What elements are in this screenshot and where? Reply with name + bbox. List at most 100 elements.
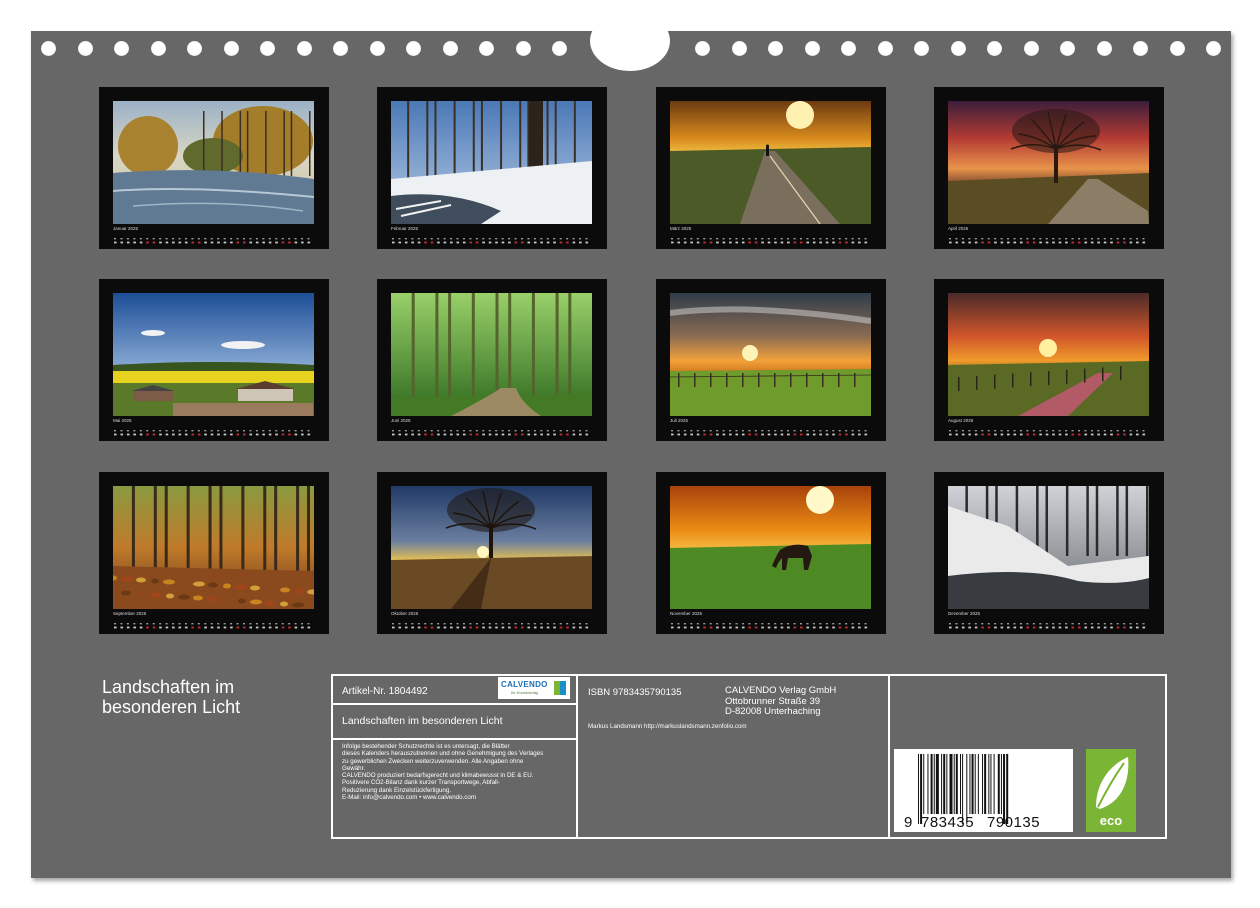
binding-hole <box>804 41 820 56</box>
binding-hole <box>987 41 1002 56</box>
title-line-1: Landschaften im <box>102 677 235 697</box>
binding-hole <box>296 41 312 56</box>
publisher-address: CALVENDO Verlag GmbH Ottobrunner Straße … <box>725 685 837 718</box>
month-label: Oktober 2025 <box>391 611 419 616</box>
month-card: Februar 2025 <box>377 87 607 249</box>
month-label: November 2025 <box>670 611 703 616</box>
barcode-digits-left: 783435 <box>921 814 975 831</box>
month-card: September 2025 <box>99 472 329 634</box>
month-label: April 2025 <box>948 226 969 231</box>
month-photo <box>948 486 1149 609</box>
legal-line: dieses Kalenders herauszutrennen und ohn… <box>342 750 544 758</box>
day-strip <box>391 233 592 244</box>
legal-text: Infolge bestehender Schutzrechte ist es … <box>342 743 574 801</box>
month-label: Januar 2025 <box>113 226 139 231</box>
month-card: Oktober 2025 <box>377 472 607 634</box>
eco-label: eco <box>1099 813 1123 828</box>
photo-image <box>113 486 314 609</box>
barcode-digit-lead: 9 <box>904 814 913 831</box>
month-card: Dezember 2025 <box>934 472 1164 634</box>
binding-hole <box>1096 41 1112 56</box>
binding-hole <box>187 41 202 56</box>
binding-hole <box>333 41 348 56</box>
calvendo-mark-icon <box>560 681 566 695</box>
calvendo-logo: CALVENDO Ihr Kunstverlag <box>498 677 570 699</box>
month-card: März 2025 <box>656 87 886 249</box>
day-strip <box>391 618 592 629</box>
article-number: Artikel-Nr. 1804492 <box>342 686 428 697</box>
month-photo <box>391 293 592 416</box>
author-credit: Markus Landsmann http://markuslandsmann.… <box>588 723 747 730</box>
month-card: Januar 2025 <box>99 87 329 249</box>
day-strip <box>670 233 871 244</box>
day-grid <box>114 238 311 244</box>
month-card: November 2025 <box>656 472 886 634</box>
month-photo <box>391 486 592 609</box>
binding-hole <box>150 41 166 56</box>
day-strip <box>948 425 1149 436</box>
month-photo <box>670 101 871 224</box>
month-photo <box>391 101 592 224</box>
day-grid <box>949 623 1146 629</box>
legal-line: zu gewerblichen Zwecken weiterzuverwende… <box>342 757 524 765</box>
day-grid <box>671 430 868 436</box>
divider <box>333 703 576 705</box>
binding-hole <box>515 41 531 56</box>
day-grid <box>392 238 589 244</box>
month-label: März 2025 <box>670 226 692 231</box>
photo-image <box>670 486 871 609</box>
month-card: August 2025 <box>934 279 1164 441</box>
month-label: Mai 2025 <box>113 418 132 423</box>
divider <box>333 738 576 740</box>
binding-hole <box>41 41 56 56</box>
binding-hole <box>1023 41 1039 56</box>
binding-hole <box>877 41 893 56</box>
month-label: August 2025 <box>948 418 974 423</box>
photo-image <box>113 101 314 224</box>
day-strip <box>670 425 871 436</box>
binding-hole <box>223 41 239 56</box>
legal-line: Reduzierung dank Einzelstückfertigung. <box>342 786 452 794</box>
photo-image <box>391 293 592 416</box>
binding-hole <box>260 41 275 56</box>
day-grid <box>949 430 1146 436</box>
barcode-digits-right: 790135 <box>987 814 1041 831</box>
binding-hole <box>768 41 783 56</box>
isbn: ISBN 9783435790135 <box>588 687 682 698</box>
binding-hole <box>1060 41 1075 56</box>
publisher-line: CALVENDO Verlag GmbH <box>725 685 837 696</box>
month-card: April 2025 <box>934 87 1164 249</box>
month-photo <box>113 293 314 416</box>
binding-hole <box>114 41 129 56</box>
eco-badge: eco <box>1086 749 1136 832</box>
month-photo <box>948 101 1149 224</box>
binding-hole <box>479 41 494 56</box>
month-label: Juni 2025 <box>391 418 411 423</box>
legal-line: Gewähr. <box>342 764 366 772</box>
binding-hole <box>406 41 421 56</box>
binding-hole <box>1133 41 1148 56</box>
calendar-title: Landschaften im besonderen Licht <box>102 677 240 717</box>
month-label: September 2025 <box>113 611 147 616</box>
day-grid <box>392 623 589 629</box>
day-strip <box>113 425 314 436</box>
month-label: Februar 2025 <box>391 226 419 231</box>
month-card: Juni 2025 <box>377 279 607 441</box>
month-photo <box>670 293 871 416</box>
photo-image <box>948 293 1149 416</box>
day-strip <box>670 618 871 629</box>
month-card: Mai 2025 <box>99 279 329 441</box>
month-photo <box>670 486 871 609</box>
photo-image <box>670 101 871 224</box>
binding-hole <box>1206 41 1221 56</box>
photo-image <box>113 293 314 416</box>
product-title: Landschaften im besonderen Licht <box>342 715 503 727</box>
photo-image <box>948 101 1149 224</box>
day-grid <box>392 430 589 436</box>
month-photo <box>948 293 1149 416</box>
month-photo <box>113 486 314 609</box>
title-line-2: besonderen Licht <box>102 697 241 717</box>
binding-hole <box>1169 41 1185 56</box>
legal-line: Positivere CO2-Bilanz dank kurzer Transp… <box>342 779 500 787</box>
binding-hole <box>914 41 929 56</box>
